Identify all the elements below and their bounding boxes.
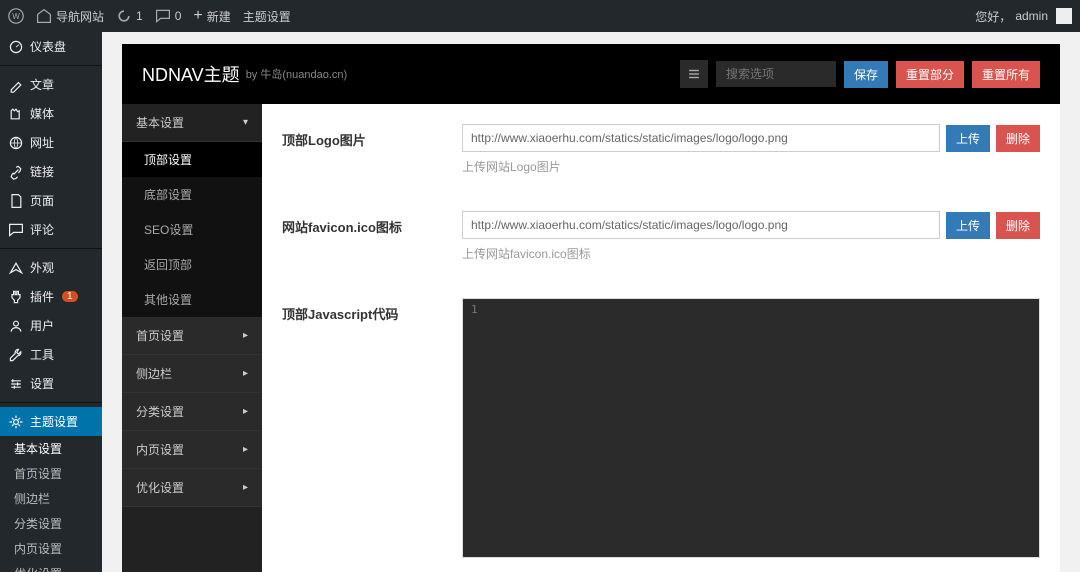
tab-section-home[interactable]: 首页设置▸ <box>122 317 262 355</box>
submenu-home[interactable]: 首页设置 <box>0 461 102 486</box>
save-button[interactable]: 保存 <box>844 61 888 88</box>
admin-menu: 仪表盘 文章 媒体 网址 链接 页面 评论 外观 插件1 用户 工具 设置 主题… <box>0 32 102 572</box>
tab-back-top[interactable]: 返回顶部 <box>122 247 262 282</box>
panel-subtitle: by 牛岛(nuandao.cn) <box>246 66 348 82</box>
favicon-help: 上传网站favicon.ico图标 <box>462 245 1040 262</box>
plugins-badge: 1 <box>62 291 78 302</box>
submenu-optimize[interactable]: 优化设置 <box>0 561 102 572</box>
js-code-editor[interactable]: 1 <box>462 298 1040 558</box>
submenu-category[interactable]: 分类设置 <box>0 511 102 536</box>
theme-panel-header: NDNAV主题 by 牛岛(nuandao.cn) 保存 重置部分 重置所有 <box>122 44 1060 104</box>
reset-all-button[interactable]: 重置所有 <box>972 61 1040 88</box>
settings-tabs: 基本设置▾ 顶部设置 底部设置 SEO设置 返回顶部 其他设置 首页设置▸ 侧边… <box>122 104 262 572</box>
menu-urls[interactable]: 网址 <box>0 128 102 157</box>
settings-panel: 顶部Logo图片 上传 删除 上传网站Logo图片 网站favicon.ico图… <box>262 104 1060 572</box>
js-label: 顶部Javascript代码 <box>282 298 462 558</box>
admin-bar: W 导航网站 1 0 +新建 主题设置 您好，admin <box>0 0 1080 32</box>
tab-section-sidebar[interactable]: 侧边栏▸ <box>122 355 262 393</box>
menu-theme-settings[interactable]: 主题设置 <box>0 407 102 436</box>
logo-help: 上传网站Logo图片 <box>462 158 1040 175</box>
site-name[interactable]: 导航网站 <box>36 8 104 25</box>
submenu-basic[interactable]: 基本设置 <box>0 436 102 461</box>
chevron-right-icon: ▸ <box>243 368 248 379</box>
tab-other-settings[interactable]: 其他设置 <box>122 282 262 317</box>
comments-icon[interactable]: 0 <box>155 8 182 24</box>
updates-icon[interactable]: 1 <box>116 8 143 24</box>
tab-top-settings[interactable]: 顶部设置 <box>122 142 262 177</box>
theme-link[interactable]: 主题设置 <box>243 8 291 25</box>
logo-url-input[interactable] <box>462 124 940 152</box>
favicon-label: 网站favicon.ico图标 <box>282 211 462 262</box>
logo-delete-button[interactable]: 删除 <box>996 125 1040 152</box>
chevron-down-icon: ▾ <box>243 117 248 128</box>
favicon-upload-button[interactable]: 上传 <box>946 212 990 239</box>
menu-comments[interactable]: 评论 <box>0 215 102 244</box>
logo-upload-button[interactable]: 上传 <box>946 125 990 152</box>
menu-users[interactable]: 用户 <box>0 311 102 340</box>
avatar <box>1056 8 1072 24</box>
menu-media[interactable]: 媒体 <box>0 99 102 128</box>
wp-logo[interactable]: W <box>8 8 24 24</box>
chevron-right-icon: ▸ <box>243 406 248 417</box>
content-area: NDNAV主题 by 牛岛(nuandao.cn) 保存 重置部分 重置所有 基… <box>102 32 1080 572</box>
menu-pages[interactable]: 页面 <box>0 186 102 215</box>
search-input[interactable] <box>716 61 836 87</box>
chevron-right-icon: ▸ <box>243 444 248 455</box>
favicon-url-input[interactable] <box>462 211 940 239</box>
new-link[interactable]: +新建 <box>193 7 230 25</box>
tab-section-inner[interactable]: 内页设置▸ <box>122 431 262 469</box>
submenu-inner[interactable]: 内页设置 <box>0 536 102 561</box>
line-number: 1 <box>471 303 478 316</box>
panel-title: NDNAV主题 <box>142 61 240 87</box>
tab-bottom-settings[interactable]: 底部设置 <box>122 177 262 212</box>
menu-appearance[interactable]: 外观 <box>0 253 102 282</box>
collapse-sections-button[interactable] <box>680 60 708 88</box>
menu-links[interactable]: 链接 <box>0 157 102 186</box>
menu-dashboard[interactable]: 仪表盘 <box>0 32 102 61</box>
svg-text:W: W <box>12 12 20 21</box>
tab-section-category[interactable]: 分类设置▸ <box>122 393 262 431</box>
tab-section-basic[interactable]: 基本设置▾ <box>122 104 262 142</box>
menu-plugins[interactable]: 插件1 <box>0 282 102 311</box>
reset-section-button[interactable]: 重置部分 <box>896 61 964 88</box>
submenu-sidebar[interactable]: 侧边栏 <box>0 486 102 511</box>
tab-section-optimize[interactable]: 优化设置▸ <box>122 469 262 507</box>
chevron-right-icon: ▸ <box>243 330 248 341</box>
user-greeting[interactable]: 您好，admin <box>975 8 1072 25</box>
chevron-right-icon: ▸ <box>243 482 248 493</box>
menu-settings[interactable]: 设置 <box>0 369 102 398</box>
menu-posts[interactable]: 文章 <box>0 70 102 99</box>
menu-tools[interactable]: 工具 <box>0 340 102 369</box>
tab-seo-settings[interactable]: SEO设置 <box>122 212 262 247</box>
logo-label: 顶部Logo图片 <box>282 124 462 175</box>
theme-panel-body: 基本设置▾ 顶部设置 底部设置 SEO设置 返回顶部 其他设置 首页设置▸ 侧边… <box>122 104 1060 572</box>
favicon-delete-button[interactable]: 删除 <box>996 212 1040 239</box>
